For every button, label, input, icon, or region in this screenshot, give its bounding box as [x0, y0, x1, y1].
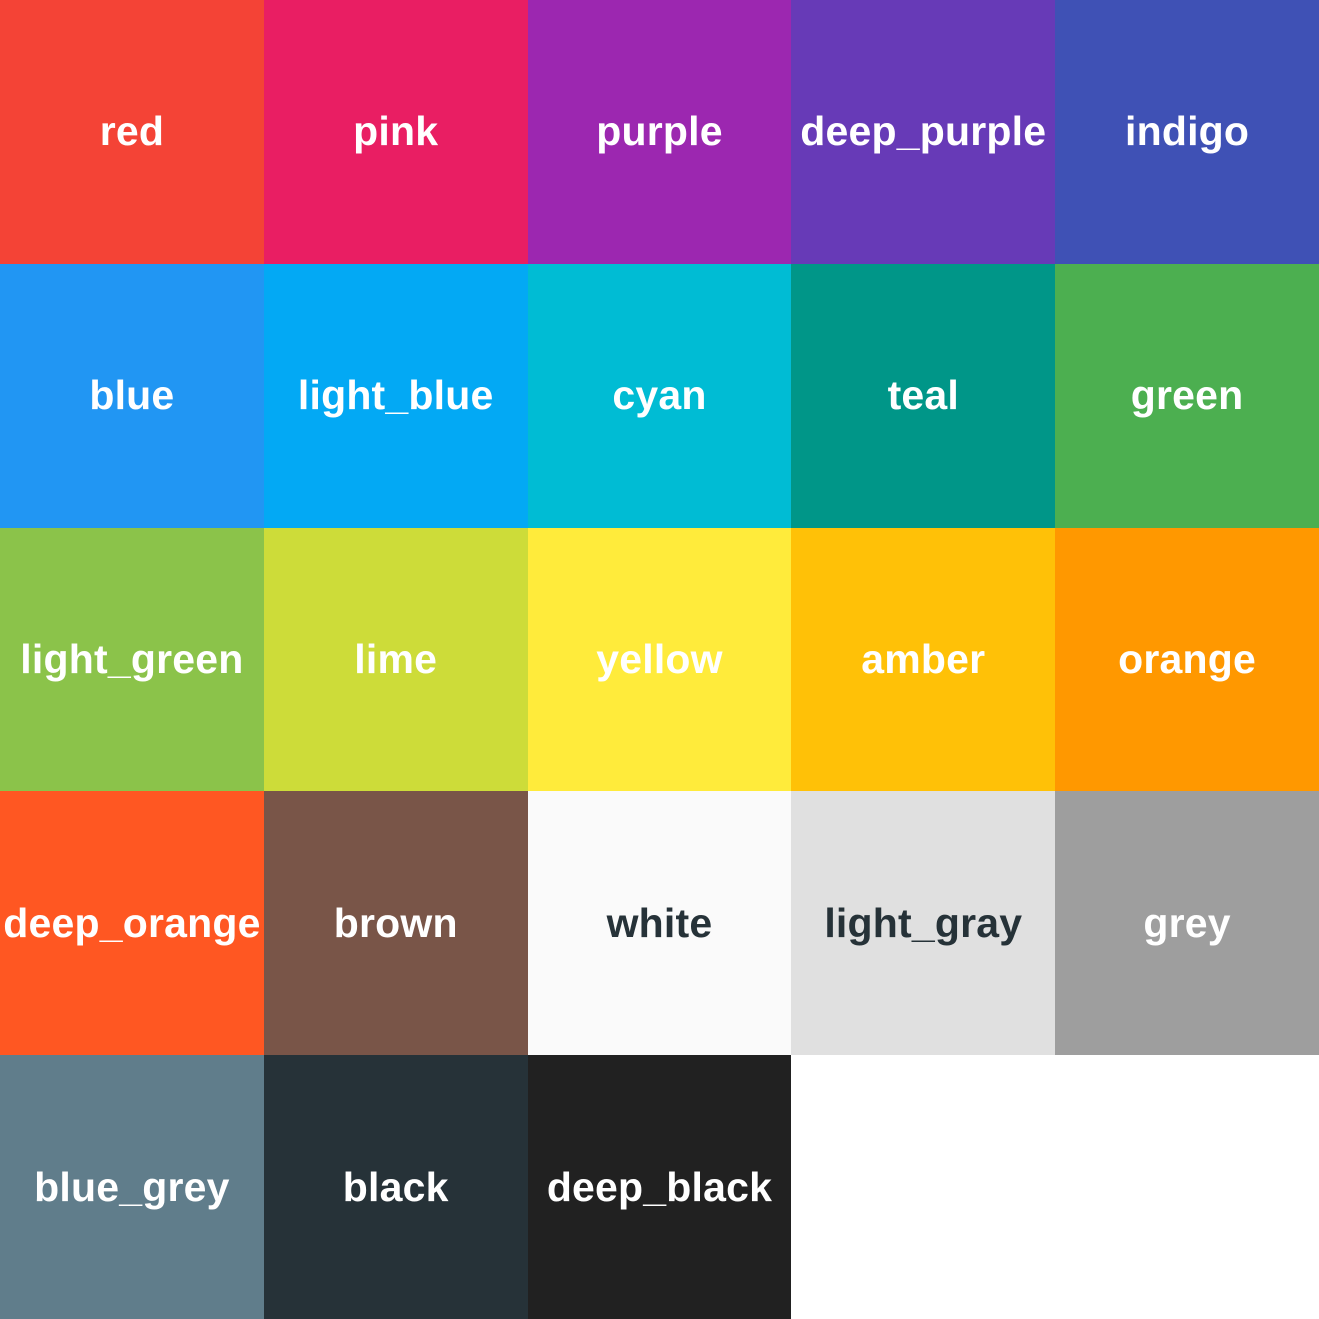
swatch-light-blue: light_blue: [263, 263, 528, 528]
swatch-label: purple: [596, 108, 723, 155]
swatch-purple: purple: [527, 0, 792, 264]
swatch-teal: teal: [791, 263, 1056, 528]
swatch-label: white: [606, 899, 713, 946]
swatch-label: yellow: [596, 635, 723, 682]
swatch-amber: amber: [791, 527, 1056, 792]
swatch-label: pink: [353, 108, 439, 155]
swatch-yellow: yellow: [527, 527, 792, 792]
swatch-light-gray: light_gray: [791, 791, 1056, 1056]
swatch-deep-orange: deep_orange: [0, 791, 264, 1056]
swatch-label: blue: [89, 372, 175, 419]
swatch-red: red: [0, 0, 264, 264]
swatch-cyan: cyan: [527, 263, 792, 528]
swatch-black: black: [263, 1055, 528, 1319]
swatch-label: brown: [333, 899, 458, 946]
swatch-light-green: light_green: [0, 527, 264, 792]
swatch-deep-black: deep_black: [527, 1055, 792, 1319]
swatch-label: cyan: [612, 372, 707, 419]
swatch-pink: pink: [263, 0, 528, 264]
swatch-orange: orange: [1055, 527, 1319, 792]
swatch-blue: blue: [0, 263, 264, 528]
swatch-label: light_green: [20, 635, 244, 682]
swatch-label: orange: [1118, 635, 1257, 682]
swatch-grey: grey: [1055, 791, 1319, 1056]
swatch-label: light_gray: [824, 899, 1023, 946]
swatch-label: blue_grey: [34, 1163, 230, 1210]
swatch-indigo: indigo: [1055, 0, 1319, 264]
swatch-white: white: [527, 791, 792, 1056]
swatch-label: red: [99, 108, 165, 155]
swatch-label: black: [342, 1163, 449, 1210]
color-palette-grid: red pink purple deep_purple indigo blue …: [0, 0, 1319, 1319]
swatch-green: green: [1055, 263, 1319, 528]
swatch-label: grey: [1143, 899, 1231, 946]
swatch-deep-purple: deep_purple: [791, 0, 1056, 264]
swatch-label: green: [1130, 372, 1244, 419]
swatch-label: indigo: [1125, 108, 1250, 155]
swatch-label: lime: [354, 635, 438, 682]
swatch-label: deep_black: [546, 1163, 773, 1210]
swatch-label: deep_orange: [3, 899, 261, 946]
swatch-lime: lime: [263, 527, 528, 792]
swatch-label: deep_purple: [800, 108, 1047, 155]
swatch-label: teal: [887, 372, 960, 419]
swatch-label: light_blue: [297, 372, 494, 419]
swatch-label: amber: [861, 635, 986, 682]
swatch-blue-grey: blue_grey: [0, 1055, 264, 1319]
swatch-brown: brown: [263, 791, 528, 1056]
